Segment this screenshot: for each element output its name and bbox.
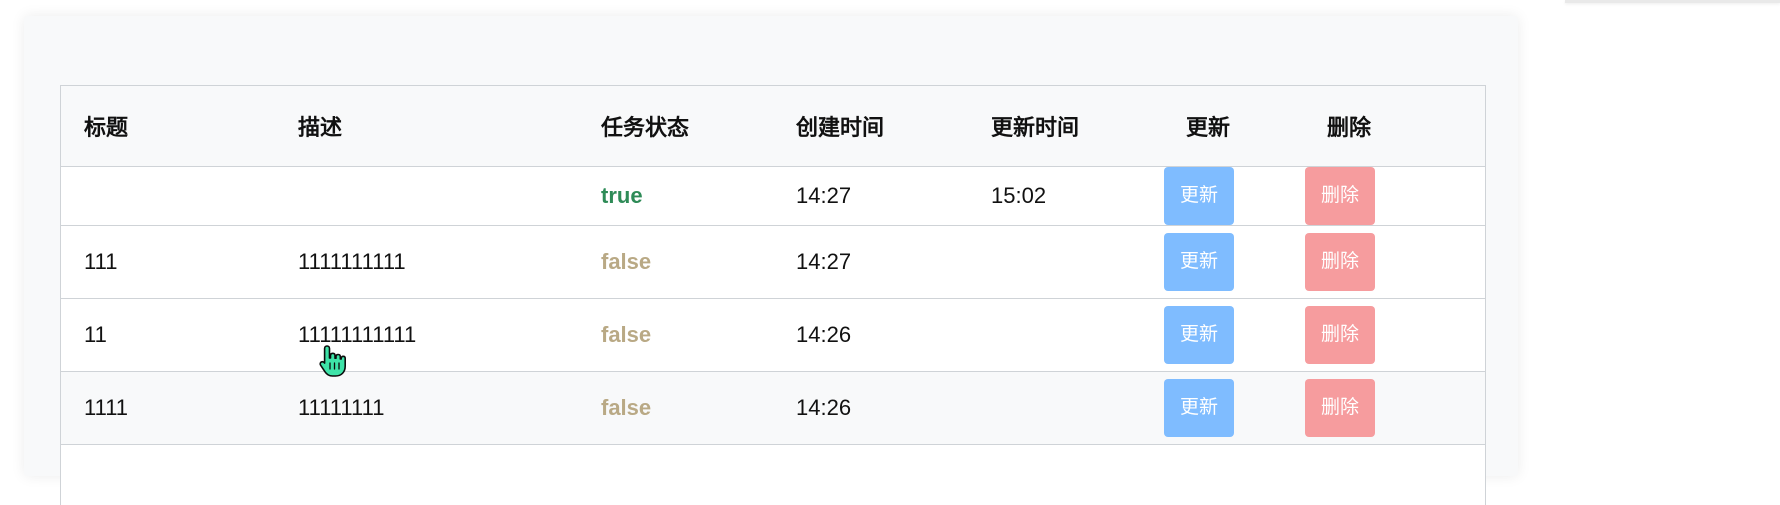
delete-button[interactable]: 删除 [1305, 306, 1375, 364]
cell-status: false [578, 299, 773, 372]
header-updated: 更新时间 [968, 86, 1163, 167]
delete-button[interactable]: 删除 [1305, 167, 1375, 225]
table-row: true 14:27 15:02 更新 删除 [61, 167, 1485, 226]
cell-empty [968, 445, 1163, 505]
cell-empty [61, 445, 275, 505]
cell-empty [1304, 445, 1485, 505]
header-description: 描述 [275, 86, 578, 167]
delete-button[interactable]: 删除 [1305, 233, 1375, 291]
cell-title [61, 167, 275, 226]
cell-delete: 删除 [1304, 226, 1485, 299]
cell-created: 14:26 [773, 299, 968, 372]
header-status: 任务状态 [578, 86, 773, 167]
cell-description [275, 167, 578, 226]
cell-title: 111 [61, 226, 275, 299]
cell-title: 1111 [61, 372, 275, 445]
task-table: 标题 描述 任务状态 创建时间 更新时间 更新 删除 true 14:27 15… [60, 85, 1486, 505]
table-header-row: 标题 描述 任务状态 创建时间 更新时间 更新 删除 [61, 86, 1485, 167]
cell-description: 11111111 [275, 372, 578, 445]
cell-update: 更新 [1163, 372, 1304, 445]
cell-updated [968, 299, 1163, 372]
cell-created: 14:27 [773, 226, 968, 299]
cell-updated [968, 372, 1163, 445]
table-row-partial [61, 445, 1485, 505]
cell-empty [275, 445, 578, 505]
cell-delete: 删除 [1304, 167, 1485, 226]
cell-update: 更新 [1163, 167, 1304, 226]
cell-delete: 删除 [1304, 372, 1485, 445]
header-update: 更新 [1163, 86, 1304, 167]
update-button[interactable]: 更新 [1164, 233, 1234, 291]
delete-button[interactable]: 删除 [1305, 379, 1375, 437]
top-right-bar [1565, 0, 1780, 3]
cell-update: 更新 [1163, 226, 1304, 299]
cell-updated: 15:02 [968, 167, 1163, 226]
cell-empty [1163, 445, 1304, 505]
cell-delete: 删除 [1304, 299, 1485, 372]
cell-created: 14:27 [773, 167, 968, 226]
cell-update: 更新 [1163, 299, 1304, 372]
hand-pointer-icon [318, 344, 348, 378]
header-delete: 删除 [1304, 86, 1485, 167]
cell-empty [578, 445, 773, 505]
cell-updated [968, 226, 1163, 299]
update-button[interactable]: 更新 [1164, 379, 1234, 437]
cell-status: true [578, 167, 773, 226]
cell-description: 1111111111 [275, 226, 578, 299]
update-button[interactable]: 更新 [1164, 306, 1234, 364]
cell-status: false [578, 226, 773, 299]
table-row: 1111 11111111 false 14:26 更新 删除 [61, 372, 1485, 445]
header-title: 标题 [61, 86, 275, 167]
cell-status: false [578, 372, 773, 445]
table-row: 11 11111111111 false 14:26 更新 删除 [61, 299, 1485, 372]
update-button[interactable]: 更新 [1164, 167, 1234, 225]
cell-title: 11 [61, 299, 275, 372]
cell-empty [773, 445, 968, 505]
header-created: 创建时间 [773, 86, 968, 167]
table-row: 111 1111111111 false 14:27 更新 删除 [61, 226, 1485, 299]
cell-created: 14:26 [773, 372, 968, 445]
